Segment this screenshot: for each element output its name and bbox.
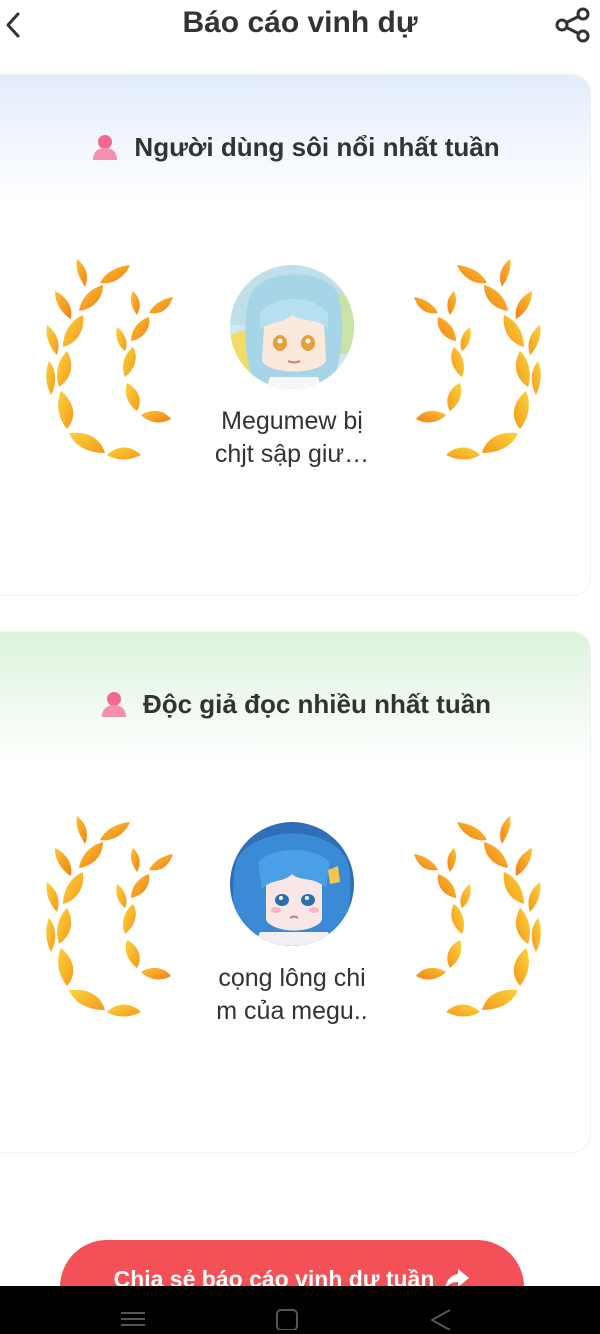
laurel-wreath-icon (46, 259, 173, 460)
user-name: cọng lông chi m của megu.. (216, 964, 368, 1025)
user-name: Megumew bị chjt sập giư… (214, 407, 370, 468)
most-active-user-card: Người dùng sôi nổi nhất tuần Megumew bị … (0, 75, 590, 595)
share-icon[interactable] (554, 6, 592, 44)
laurel-wreath-icon (414, 259, 541, 460)
page-title: Báo cáo vinh dự (182, 6, 418, 39)
card-title: Độc giả đọc nhiều nhất tuần (142, 688, 492, 719)
card-title: Người dùng sôi nổi nhất tuần (134, 131, 500, 162)
user-icon (101, 692, 126, 717)
back-triangle-icon[interactable] (426, 1306, 456, 1330)
laurel-wreath-icon (414, 816, 541, 1017)
avatar[interactable] (230, 265, 354, 389)
top-reader-card: Độc giả đọc nhiều nhất tuần cọng lông ch… (0, 632, 590, 1152)
avatar[interactable] (230, 822, 354, 946)
laurel-wreath-icon (46, 816, 173, 1017)
system-navigation-bar (0, 1286, 600, 1334)
home-square-icon[interactable] (272, 1306, 302, 1330)
top-bar: Báo cáo vinh dự (0, 0, 600, 50)
user-icon (93, 135, 118, 160)
menu-icon[interactable] (118, 1306, 148, 1330)
card-header: Người dùng sôi nổi nhất tuần (0, 127, 590, 167)
card-header: Độc giả đọc nhiều nhất tuần (0, 684, 590, 724)
